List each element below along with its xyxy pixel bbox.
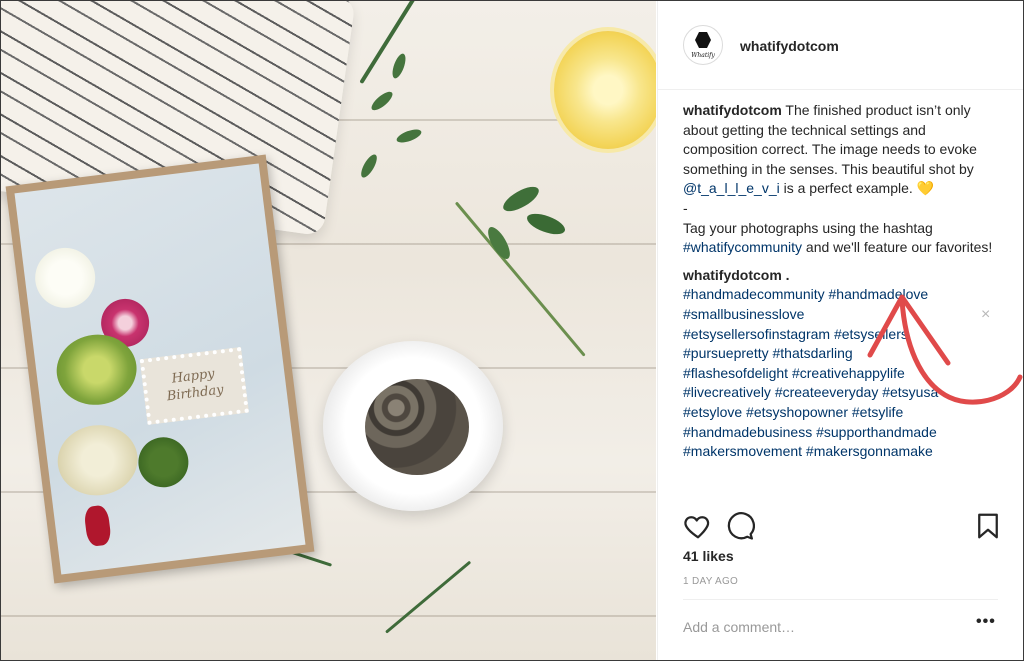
flower-bundle <box>454 201 586 357</box>
annotation-arrow <box>867 294 1023 405</box>
comment: whatifydotcom . <box>683 266 1003 286</box>
comment-username[interactable]: whatifydotcom . <box>683 267 790 283</box>
hashtag-line[interactable]: #makersmovement #makersgonnamake <box>683 442 1003 462</box>
hashtag-link[interactable]: #whatifycommunity <box>683 239 802 255</box>
herb-leaf <box>358 152 380 180</box>
caption: whatifydotcom The finished product isn’t… <box>683 101 1003 199</box>
mention-link[interactable]: @t_a_l_l_e_v_i <box>683 180 780 196</box>
card-greeting: Happy Birthday <box>139 346 249 425</box>
action-bar <box>683 511 1003 547</box>
herb-leaf <box>389 52 409 80</box>
herb-leaf <box>395 126 423 146</box>
post-header: Whatify whatifydotcom <box>658 1 1023 90</box>
white-flower <box>31 244 99 312</box>
hexagon-logo-icon <box>695 32 711 48</box>
likes-count[interactable]: 41 likes <box>683 548 734 564</box>
post-timestamp: 1 DAY AGO <box>683 576 739 587</box>
account-handle[interactable]: whatifydotcom <box>740 38 839 54</box>
caption-dash: - <box>683 199 688 216</box>
speech-bubble-icon[interactable] <box>725 511 755 541</box>
caption-text-3: Tag your photographs using the hashtag <box>683 219 933 236</box>
caption-text-4: and we'll feature our favorites! <box>802 239 993 256</box>
caption-username[interactable]: whatifydotcom <box>683 102 782 118</box>
herb-leaf <box>499 182 543 216</box>
bookmark-icon[interactable] <box>973 511 1003 541</box>
herb-sprig <box>385 560 472 634</box>
cream-lily <box>53 420 142 500</box>
avatar[interactable]: Whatify <box>683 25 723 65</box>
avatar-text: Whatify <box>691 52 715 59</box>
herb-leaf <box>368 88 396 114</box>
dried-lavender <box>365 379 469 475</box>
red-petal <box>83 504 112 548</box>
more-options-icon[interactable]: ••• <box>976 613 996 631</box>
herb-sprig <box>359 1 421 85</box>
green-pompom <box>135 434 192 491</box>
yellow-heart-emoji: 💛 <box>916 180 935 197</box>
lemon-slice <box>554 31 656 149</box>
herb-leaf <box>524 209 568 239</box>
greeting-card: Happy Birthday <box>5 154 315 584</box>
divider <box>683 599 998 600</box>
heart-outline-icon[interactable] <box>683 511 713 541</box>
caption-tag-line: Tag your photographs using the hashtag #… <box>683 219 1003 258</box>
caption-text-2: is a perfect example. <box>779 180 917 197</box>
post-photo[interactable]: Happy Birthday <box>1 1 656 660</box>
hashtag-line[interactable]: #handmadebusiness #supporthandmade <box>683 423 1003 443</box>
add-comment-input[interactable] <box>683 615 963 639</box>
